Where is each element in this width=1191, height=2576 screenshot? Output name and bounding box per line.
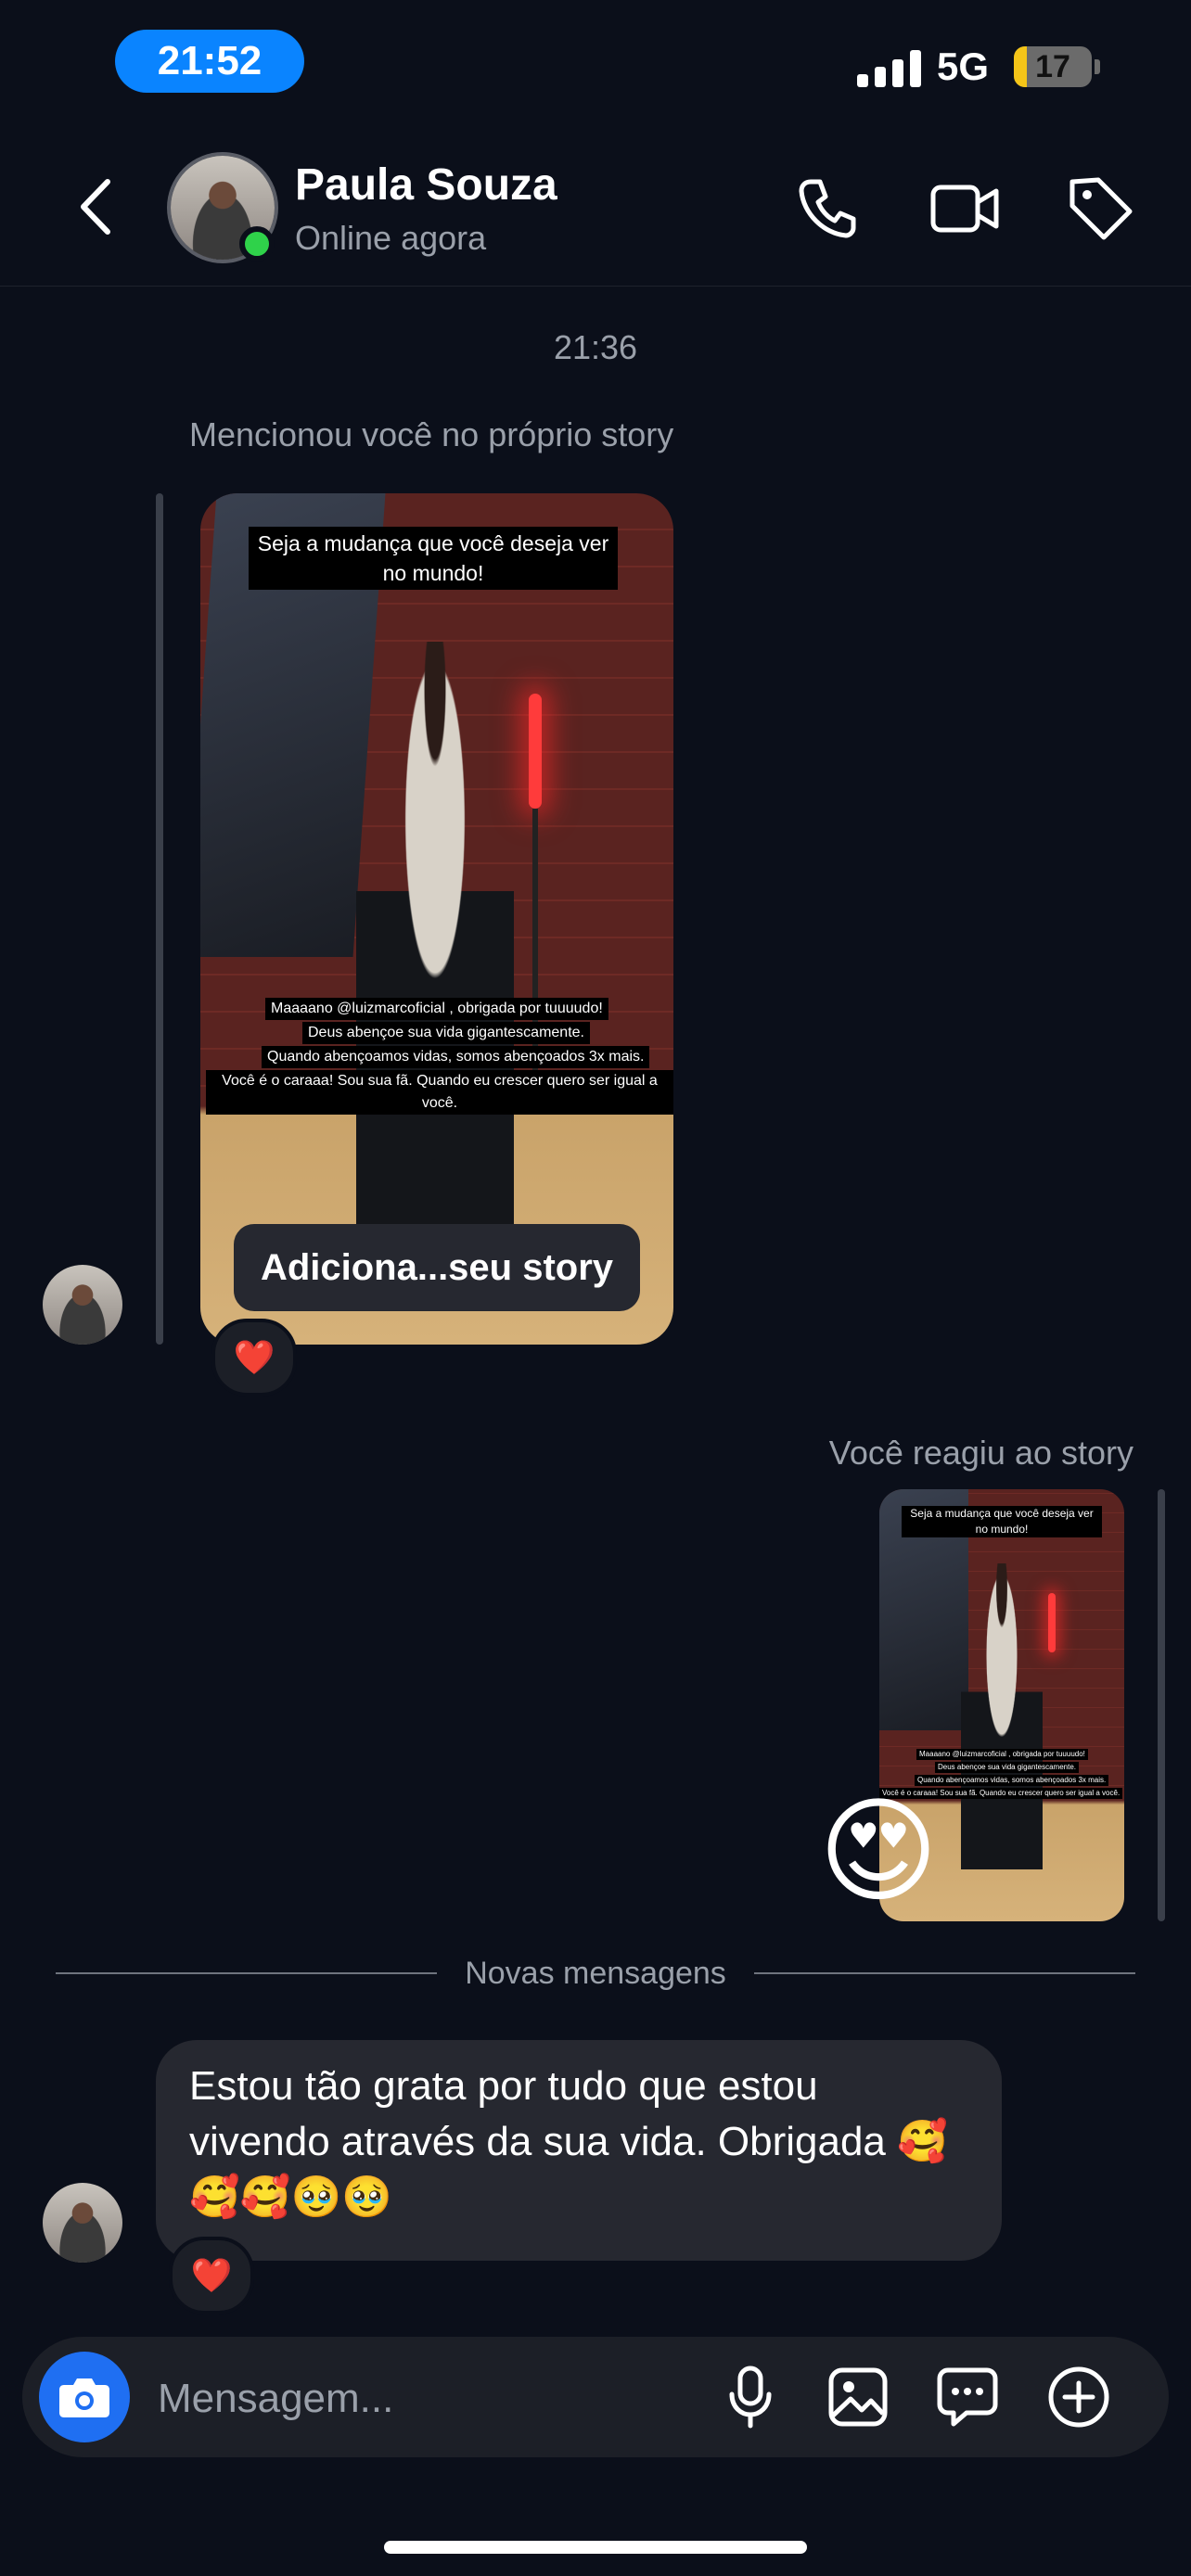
mic-icon bbox=[729, 2366, 772, 2429]
sticker-icon bbox=[937, 2367, 998, 2427]
camera-icon bbox=[59, 2378, 109, 2417]
back-icon bbox=[81, 179, 110, 235]
gallery-button[interactable] bbox=[824, 2363, 892, 2431]
more-button[interactable] bbox=[1044, 2363, 1113, 2431]
mini-caption-top: Seja a mudança que você deseja ver no mu… bbox=[902, 1506, 1102, 1537]
contact-status: Online agora bbox=[295, 219, 487, 257]
sticker-button[interactable] bbox=[933, 2363, 1002, 2431]
status-time: 21:52 bbox=[115, 30, 304, 93]
story-caption-line: Deus abençoe sua vida gigantescamente. bbox=[302, 1022, 590, 1044]
mini-caption-line: Maaaano @luizmarcoficial , obrigada por … bbox=[916, 1749, 1088, 1760]
message-reaction[interactable]: ❤️ bbox=[169, 2237, 254, 2315]
mentioned-story-card[interactable]: Seja a mudança que você deseja ver no mu… bbox=[200, 493, 673, 1345]
add-to-story-button[interactable]: Adiciona...seu story bbox=[234, 1224, 640, 1311]
story-caption-line: Você é o caraaa! Sou sua fã. Quando eu c… bbox=[206, 1070, 673, 1115]
video-icon bbox=[930, 185, 999, 233]
sender-avatar[interactable] bbox=[43, 2183, 122, 2263]
battery-tip bbox=[1095, 59, 1100, 74]
message-input[interactable] bbox=[156, 2370, 679, 2428]
gallery-icon bbox=[828, 2367, 888, 2427]
network-type: 5G bbox=[937, 45, 990, 88]
battery-level: 17 bbox=[1035, 48, 1070, 84]
new-messages-divider: Novas mensagens bbox=[56, 1953, 1136, 1994]
plus-icon bbox=[1048, 2366, 1109, 2428]
heart-eyes-reaction: 😍 bbox=[818, 1788, 939, 1916]
back-button[interactable] bbox=[70, 174, 126, 239]
tag-button[interactable] bbox=[1065, 172, 1135, 243]
new-messages-label: Novas mensagens bbox=[465, 1955, 726, 1991]
story-caption-line: Maaaano @luizmarcoficial , obrigada por … bbox=[265, 998, 608, 1020]
thread-timestamp: 21:36 bbox=[553, 328, 638, 366]
my-reply-line bbox=[1158, 1489, 1165, 1921]
voice-button[interactable] bbox=[716, 2363, 785, 2431]
home-indicator[interactable] bbox=[384, 2541, 807, 2554]
battery-icon: 17 bbox=[1014, 46, 1092, 87]
mini-caption-line: Deus abençoe sua vida gigantescamente. bbox=[935, 1762, 1079, 1773]
story-reply-line bbox=[156, 493, 163, 1345]
video-call-button[interactable] bbox=[928, 172, 999, 243]
online-indicator bbox=[239, 226, 275, 261]
sender-avatar[interactable] bbox=[43, 1265, 122, 1345]
reacted-note: Você reagiu ao story bbox=[828, 1434, 1133, 1472]
contact-name[interactable]: Paula Souza bbox=[295, 159, 557, 210]
signal-icon bbox=[857, 48, 921, 87]
call-button[interactable] bbox=[792, 172, 863, 243]
incoming-message[interactable]: Estou tão grata por tudo que estou viven… bbox=[156, 2040, 1002, 2261]
story-caption-top: Seja a mudança que você deseja ver no mu… bbox=[249, 527, 618, 590]
mention-note: Mencionou você no próprio story bbox=[189, 415, 674, 453]
tag-icon bbox=[1069, 177, 1133, 240]
phone-icon bbox=[799, 179, 856, 238]
story-reaction[interactable]: ❤️ bbox=[211, 1319, 297, 1396]
header-divider bbox=[0, 286, 1191, 287]
story-caption-line: Quando abençoamos vidas, somos abençoado… bbox=[262, 1046, 650, 1068]
camera-button[interactable] bbox=[39, 2352, 130, 2442]
